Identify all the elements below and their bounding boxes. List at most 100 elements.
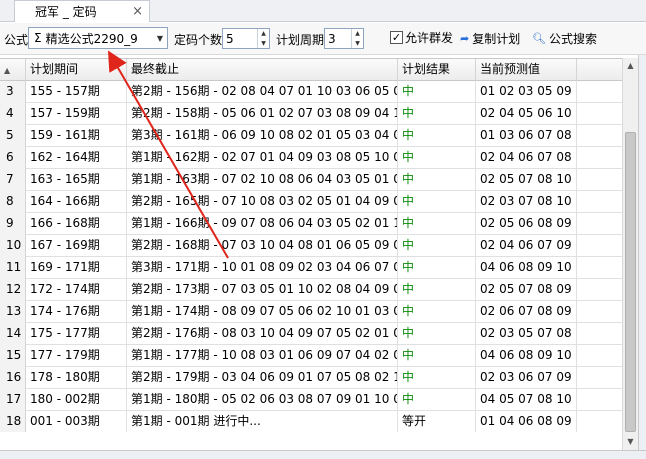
cell-plan-result[interactable]: 中 <box>398 257 476 279</box>
cell-final-cutoff[interactable]: 第1期 - 162期 - 02 07 01 04 09 03 08 05 10 … <box>127 147 398 169</box>
row-number[interactable]: 4 <box>0 103 26 125</box>
header-extra[interactable] <box>577 59 622 81</box>
table-row[interactable]: 9 166 - 168期 第1期 - 166期 - 09 07 08 06 04 0… <box>0 213 622 235</box>
row-number[interactable]: 10 <box>0 235 26 257</box>
cell-plan-period[interactable]: 172 - 174期 <box>26 279 127 301</box>
table-row[interactable]: 17 180 - 002期 第1期 - 180期 - 05 02 06 03 08 … <box>0 389 622 411</box>
cell-final-cutoff[interactable]: 第2期 - 179期 - 03 04 06 09 01 07 05 08 02 … <box>127 367 398 389</box>
formula-select[interactable]: Σ 精选公式2290_9 ▼ <box>28 27 168 49</box>
cell-plan-period[interactable]: 178 - 180期 <box>26 367 127 389</box>
cell-current-prediction[interactable]: 02 03 07 08 10 <box>476 191 577 213</box>
table-row[interactable]: 4 157 - 159期 第2期 - 158期 - 05 06 01 02 07 0… <box>0 103 622 125</box>
cell-extra[interactable] <box>577 191 622 213</box>
cell-final-cutoff[interactable]: 第2期 - 173期 - 07 03 05 01 10 02 08 04 09 … <box>127 279 398 301</box>
code-count-stepper[interactable]: 5 ▲ ▼ <box>222 28 270 49</box>
cycle-value[interactable]: 3 <box>325 32 351 46</box>
cell-current-prediction[interactable]: 04 06 08 09 10 <box>476 257 577 279</box>
table-row[interactable]: 6 162 - 164期 第1期 - 162期 - 02 07 01 04 09 0… <box>0 147 622 169</box>
cell-current-prediction[interactable]: 01 03 06 07 08 <box>476 125 577 147</box>
cell-current-prediction[interactable]: 02 05 07 08 10 <box>476 169 577 191</box>
cell-plan-period[interactable]: 162 - 164期 <box>26 147 127 169</box>
cell-plan-result[interactable]: 中 <box>398 169 476 191</box>
cell-plan-period[interactable]: 169 - 171期 <box>26 257 127 279</box>
cell-extra[interactable] <box>577 301 622 323</box>
cell-extra[interactable] <box>577 389 622 411</box>
cell-plan-result[interactable]: 中 <box>398 125 476 147</box>
cell-current-prediction[interactable]: 02 06 07 08 09 <box>476 301 577 323</box>
cell-plan-period[interactable]: 174 - 176期 <box>26 301 127 323</box>
row-number[interactable]: 17 <box>0 389 26 411</box>
cell-final-cutoff[interactable]: 第1期 - 001期 进行中... <box>127 411 398 432</box>
cell-plan-period[interactable]: 159 - 161期 <box>26 125 127 147</box>
header-rownum[interactable]: ▲ <box>0 59 26 81</box>
spin-down-icon[interactable]: ▼ <box>352 39 363 49</box>
cell-extra[interactable] <box>577 81 622 103</box>
cell-plan-period[interactable]: 001 - 003期 <box>26 411 127 432</box>
row-number[interactable]: 18 <box>0 411 26 432</box>
cell-extra[interactable] <box>577 411 622 432</box>
row-number[interactable]: 5 <box>0 125 26 147</box>
row-number[interactable]: 13 <box>0 301 26 323</box>
cell-final-cutoff[interactable]: 第1期 - 166期 - 09 07 08 06 04 03 05 02 01 … <box>127 213 398 235</box>
cell-plan-period[interactable]: 164 - 166期 <box>26 191 127 213</box>
cell-plan-period[interactable]: 155 - 157期 <box>26 81 127 103</box>
cell-plan-result[interactable]: 中 <box>398 103 476 125</box>
tab-champion-code[interactable]: 冠军 _ 定码 × <box>14 0 150 22</box>
cell-plan-result[interactable]: 等开 <box>398 411 476 432</box>
scroll-up-icon[interactable]: ▲ <box>623 58 638 74</box>
cell-plan-period[interactable]: 167 - 169期 <box>26 235 127 257</box>
cell-current-prediction[interactable]: 02 03 05 07 08 <box>476 323 577 345</box>
row-number[interactable]: 8 <box>0 191 26 213</box>
header-final-cutoff[interactable]: 最终截止 <box>127 59 398 81</box>
cell-extra[interactable] <box>577 257 622 279</box>
cell-plan-result[interactable]: 中 <box>398 191 476 213</box>
cell-plan-result[interactable]: 中 <box>398 235 476 257</box>
cell-current-prediction[interactable]: 02 03 06 07 09 <box>476 367 577 389</box>
row-number[interactable]: 16 <box>0 367 26 389</box>
cell-final-cutoff[interactable]: 第2期 - 156期 - 02 08 04 07 01 10 03 06 05 … <box>127 81 398 103</box>
row-number[interactable]: 11 <box>0 257 26 279</box>
cell-plan-result[interactable]: 中 <box>398 301 476 323</box>
table-row[interactable]: 18 001 - 003期 第1期 - 001期 进行中... 等开 01 04 06 … <box>0 411 622 432</box>
table-row[interactable]: 8 164 - 166期 第2期 - 165期 - 07 10 08 03 02 0… <box>0 191 622 213</box>
table-row[interactable]: 5 159 - 161期 第3期 - 161期 - 06 09 10 08 02 0… <box>0 125 622 147</box>
cell-final-cutoff[interactable]: 第2期 - 165期 - 07 10 08 03 02 05 01 04 09 … <box>127 191 398 213</box>
table-row[interactable]: 16 178 - 180期 第2期 - 179期 - 03 04 06 09 01 … <box>0 367 622 389</box>
cell-final-cutoff[interactable]: 第2期 - 176期 - 08 03 10 04 09 07 05 02 01 … <box>127 323 398 345</box>
table-row[interactable]: 14 175 - 177期 第2期 - 176期 - 08 03 10 04 09 … <box>0 323 622 345</box>
cell-plan-result[interactable]: 中 <box>398 279 476 301</box>
cell-current-prediction[interactable]: 02 04 06 07 09 <box>476 235 577 257</box>
row-number[interactable]: 6 <box>0 147 26 169</box>
cell-final-cutoff[interactable]: 第1期 - 174期 - 08 09 07 05 06 02 10 01 03 … <box>127 301 398 323</box>
cell-current-prediction[interactable]: 02 04 06 07 08 <box>476 147 577 169</box>
scrollbar-thumb[interactable] <box>625 132 636 432</box>
cycle-stepper[interactable]: 3 ▲ ▼ <box>324 28 364 49</box>
row-number[interactable]: 9 <box>0 213 26 235</box>
cell-final-cutoff[interactable]: 第1期 - 180期 - 05 02 06 03 08 07 09 01 10 … <box>127 389 398 411</box>
cell-final-cutoff[interactable]: 第3期 - 161期 - 06 09 10 08 02 01 05 03 04 … <box>127 125 398 147</box>
code-count-value[interactable]: 5 <box>223 32 257 46</box>
search-formula-button[interactable]: 🔍︎ 公式搜索 <box>532 30 597 47</box>
vertical-scrollbar[interactable]: ▲ ▼ <box>622 58 638 450</box>
cell-plan-result[interactable]: 中 <box>398 323 476 345</box>
cell-final-cutoff[interactable]: 第3期 - 171期 - 10 01 08 09 02 03 04 06 07 … <box>127 257 398 279</box>
row-number[interactable]: 15 <box>0 345 26 367</box>
row-number[interactable]: 14 <box>0 323 26 345</box>
cell-extra[interactable] <box>577 213 622 235</box>
chevron-down-icon[interactable]: ▼ <box>153 28 167 48</box>
spin-down-icon[interactable]: ▼ <box>258 39 269 49</box>
cell-plan-result[interactable]: 中 <box>398 147 476 169</box>
cell-extra[interactable] <box>577 323 622 345</box>
cell-plan-period[interactable]: 175 - 177期 <box>26 323 127 345</box>
cell-plan-period[interactable]: 177 - 179期 <box>26 345 127 367</box>
cell-extra[interactable] <box>577 345 622 367</box>
stepper-buttons[interactable]: ▲ ▼ <box>257 29 269 48</box>
cell-extra[interactable] <box>577 169 622 191</box>
table-row[interactable]: 13 174 - 176期 第1期 - 174期 - 08 09 07 05 06 … <box>0 301 622 323</box>
row-number[interactable]: 7 <box>0 169 26 191</box>
cell-extra[interactable] <box>577 235 622 257</box>
cell-current-prediction[interactable]: 02 05 06 08 09 <box>476 213 577 235</box>
header-plan-period[interactable]: 计划期间 <box>26 59 127 81</box>
cell-extra[interactable] <box>577 147 622 169</box>
table-row[interactable]: 12 172 - 174期 第2期 - 173期 - 07 03 05 01 10 … <box>0 279 622 301</box>
